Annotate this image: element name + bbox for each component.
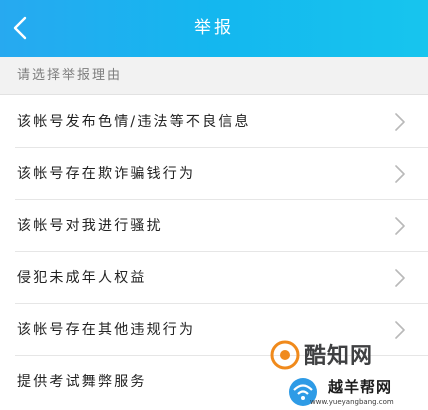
reason-label: 该帐号存在欺诈骗钱行为 [17,166,196,182]
reason-item-fraud[interactable]: 该帐号存在欺诈骗钱行为 [0,148,428,200]
reason-label: 提供考试舞弊服务 [17,374,147,390]
reason-label: 该帐号发布色情/违法等不良信息 [17,114,251,130]
chevron-right-icon [395,165,405,183]
chevron-right-icon [395,113,405,131]
reason-item-other-violation[interactable]: 该帐号存在其他违规行为 [0,304,428,356]
reason-label: 该帐号存在其他违规行为 [17,322,196,338]
section-header-label: 请选择举报理由 [17,68,123,83]
chevron-right-icon [395,321,405,339]
section-header: 请选择举报理由 [0,57,428,95]
page-title: 举报 [194,18,234,38]
reason-label: 该帐号对我进行骚扰 [17,218,163,234]
chevron-right-icon [395,269,405,287]
reason-list: 该帐号发布色情/违法等不良信息 该帐号存在欺诈骗钱行为 该帐号对我进行骚扰 侵犯… [0,96,428,408]
chevron-right-icon [395,217,405,235]
reason-item-illegal-content[interactable]: 该帐号发布色情/违法等不良信息 [0,96,428,148]
app-header: 举报 [0,0,428,57]
reason-item-minors[interactable]: 侵犯未成年人权益 [0,252,428,304]
reason-item-exam-cheating[interactable]: 提供考试舞弊服务 [0,356,428,408]
reason-item-harassment[interactable]: 该帐号对我进行骚扰 [0,200,428,252]
reason-label: 侵犯未成年人权益 [17,270,147,286]
